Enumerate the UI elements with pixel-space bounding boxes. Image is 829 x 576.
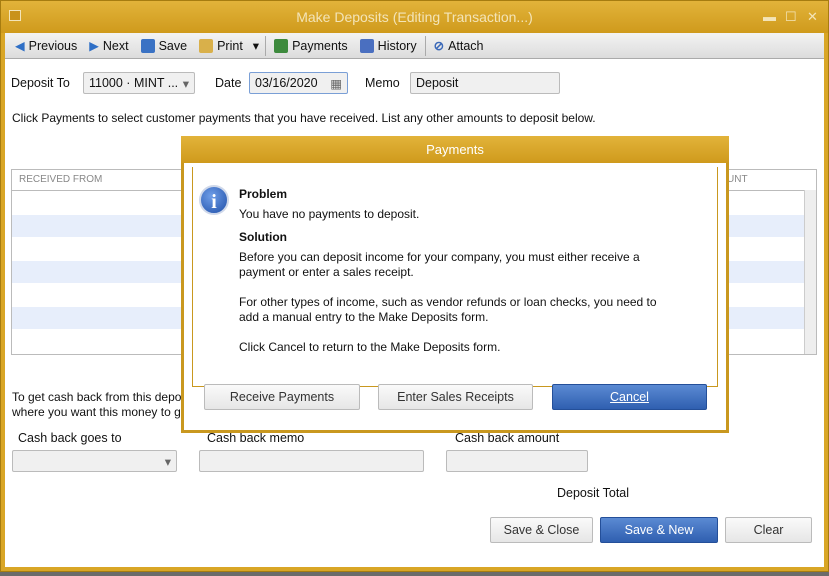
receive-payments-button[interactable]: Receive Payments [204,384,360,410]
deposit-to-label: Deposit To [11,76,70,90]
print-dropdown[interactable]: ▾ [249,38,263,53]
chevron-down-icon: ▾ [182,77,189,91]
title-bar: Make Deposits (Editing Transaction...) ▬… [1,1,828,33]
deposit-to-select[interactable]: 11000 · MINT ... ▾ [83,72,195,94]
cash-back-memo-input[interactable] [199,450,424,472]
toolbar: ◀ Previous ▶ Next Save Print ▾ Payments Hi… [5,33,824,59]
window-title: Make Deposits (Editing Transaction...) [296,9,533,25]
previous-button[interactable]: ◀ Previous [9,38,83,54]
instruction-text: Click Payments to select customer paymen… [12,111,596,125]
enter-sales-receipts-button[interactable]: Enter Sales Receipts [378,384,533,410]
clear-button[interactable]: Clear [725,517,812,543]
memo-input[interactable]: Deposit [410,72,560,94]
divider [424,35,426,56]
system-menu-icon[interactable] [9,10,21,21]
problem-text: You have no payments to deposit. [239,207,420,221]
dialog-body: i Problem You have no payments to deposi… [192,167,718,387]
attach-button[interactable]: ⊘ Attach [428,38,490,54]
payments-dialog: Payments i Problem You have no payments … [181,136,729,433]
dialog-title: Payments [181,136,729,163]
history-button[interactable]: History [354,38,423,53]
date-label: Date [215,76,242,90]
cancel-button[interactable]: Cancel [552,384,707,410]
cash-back-goes-to-label: Cash back goes to [18,431,122,445]
info-icon: i [199,185,229,215]
save-close-button[interactable]: Save & Close [490,517,593,543]
arrow-left-icon: ◀ [15,39,25,53]
date-input[interactable]: 03/16/2020 ▦ [249,72,348,94]
printer-icon [199,38,214,53]
save-new-button[interactable]: Save & New [600,517,718,543]
save-button[interactable]: Save [135,38,194,53]
cash-back-memo-label: Cash back memo [207,431,305,445]
deposit-total-label: Deposit Total [557,486,630,500]
cashback-text: To get cash back from this depo [12,390,182,404]
cashback-text: where you want this money to g [12,405,181,419]
memo-label: Memo [365,76,400,90]
solution-text: Before you can deposit income for your c… [239,250,640,279]
close-button[interactable]: ✕ [807,9,818,25]
payments-button[interactable]: Payments [268,38,354,53]
divider [265,35,267,56]
cash-back-goes-to-select[interactable]: ▾ [12,450,177,472]
solution-text: Click Cancel to return to the Make Depos… [239,340,501,354]
scrollbar[interactable] [804,190,816,354]
paperclip-icon: ⊘ [433,39,445,53]
chevron-down-icon: ▾ [164,455,171,469]
floppy-icon [140,38,155,53]
arrow-right-icon: ▶ [89,39,99,53]
solution-text: For other types of income, such as vendo… [239,295,657,324]
cash-back-amount-input[interactable] [446,450,588,472]
money-icon [274,38,289,53]
print-button[interactable]: Print [193,38,249,53]
solution-heading: Solution [239,230,287,244]
calendar-icon[interactable]: ▦ [330,76,342,91]
history-icon [359,38,374,53]
problem-heading: Problem [239,187,288,201]
minimize-button[interactable]: ▬ [763,9,776,24]
maximize-button[interactable]: ☐ [785,9,797,25]
next-button[interactable]: ▶ Next [83,38,134,54]
cash-back-amount-label: Cash back amount [455,431,560,445]
